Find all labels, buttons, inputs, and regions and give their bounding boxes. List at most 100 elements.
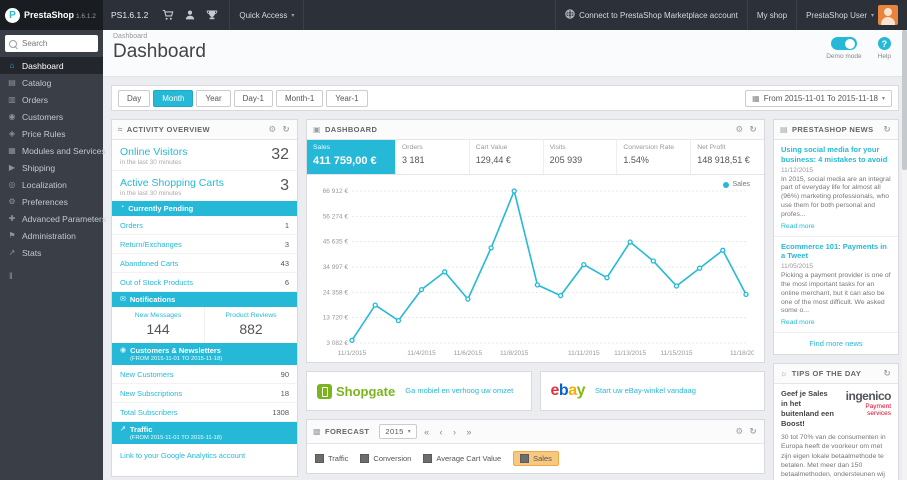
row-link[interactable]: New Subscriptions [120, 389, 182, 398]
forecast-legend-average-cart-value[interactable]: Average Cart Value [423, 454, 501, 463]
band-title: Customers & Newsletters [130, 346, 221, 355]
checkbox-icon [360, 454, 370, 463]
quick-access-menu[interactable]: Quick Access ▾ [229, 0, 305, 30]
my-shop-link[interactable]: My shop [746, 0, 796, 30]
read-more-link[interactable]: Read more [781, 319, 815, 326]
news-article-title[interactable]: Ecommerce 101: Payments in a Tweet [781, 242, 891, 262]
range-day-minus-1-button[interactable]: Day-1 [233, 89, 273, 107]
scrollbar-thumb[interactable] [902, 30, 907, 170]
refresh-icon[interactable]: ↻ [882, 124, 892, 135]
sidebar-search[interactable] [5, 35, 98, 52]
gear-icon[interactable]: ⚙ [734, 124, 744, 135]
price-rules-icon: ◈ [8, 129, 16, 138]
forecast-legend-conversion[interactable]: Conversion [360, 454, 411, 463]
stat-cart-value[interactable]: Cart Value 129,44 € [470, 140, 544, 174]
find-more-news-link[interactable]: Find more news [774, 333, 898, 354]
sidebar-item-shipping[interactable]: ▶ Shipping [0, 159, 103, 176]
stat-sales[interactable]: Sales 411 759,00 € [307, 140, 396, 174]
stat-conversion-rate[interactable]: Conversion Rate 1.54% [617, 140, 692, 174]
scrollbar[interactable] [902, 30, 907, 480]
svg-text:11/18/2015: 11/18/2015 [730, 350, 754, 357]
shop-name-link[interactable]: PS1.6.1.2 [111, 10, 148, 20]
news-article-title[interactable]: Using social media for your business: 4 … [781, 145, 891, 165]
cart-icon[interactable] [162, 9, 174, 21]
google-analytics-link[interactable]: Link to your Google Analytics account [112, 444, 297, 467]
stat-label: Orders [402, 144, 423, 151]
range-year-minus-1-button[interactable]: Year-1 [326, 89, 368, 107]
refresh-icon[interactable]: ↻ [281, 124, 291, 135]
sidebar-item-customers[interactable]: ◉ Customers [0, 108, 103, 125]
new-messages-stat[interactable]: New Messages 144 [112, 307, 204, 343]
sidebar-item-dashboard[interactable]: ⌂ Dashboard [0, 57, 103, 74]
range-month-button[interactable]: Month [153, 89, 194, 107]
sidebar-item-orders[interactable]: ▥ Orders [0, 91, 103, 108]
row-link[interactable]: Total Subscribers [120, 408, 178, 417]
range-month-minus-1-button[interactable]: Month-1 [275, 89, 324, 107]
sidebar-item-localization[interactable]: ◎ Localization [0, 176, 103, 193]
chart-legend[interactable]: Sales [723, 181, 750, 188]
stat-orders[interactable]: Orders 3 181 [396, 140, 470, 174]
product-reviews-stat[interactable]: Product Reviews 882 [204, 307, 297, 343]
ingenico-tagline: Payment services [865, 403, 891, 418]
customer-icon[interactable] [184, 9, 196, 21]
stat-label: Net Profit [697, 144, 726, 151]
range-year-button[interactable]: Year [196, 89, 231, 107]
refresh-icon[interactable]: ↻ [882, 368, 892, 379]
row-link[interactable]: Return/Exchanges [120, 240, 182, 249]
range-day-button[interactable]: Day [118, 89, 151, 107]
read-more-link[interactable]: Read more [781, 223, 815, 230]
stat-net-profit[interactable]: Net Profit 148 918,51 € [691, 140, 764, 174]
row-link[interactable]: New Customers [120, 370, 173, 379]
refresh-icon[interactable]: ↻ [748, 426, 758, 437]
previous-page-icon[interactable]: ‹ [437, 427, 446, 437]
date-range-picker[interactable]: ▦ From 2015-11-01 To 2015-11-18 ▾ [745, 89, 892, 107]
sidebar-collapse-button[interactable]: ‖ [0, 261, 103, 291]
marketplace-connect-link[interactable]: Connect to PrestaShop Marketplace accoun… [555, 0, 747, 30]
row-link[interactable]: Abandoned Carts [120, 259, 178, 268]
sidebar-item-administration[interactable]: ⚑ Administration [0, 227, 103, 244]
tips-panel-title: Tips of the day [791, 369, 862, 379]
advanced-parameters-icon: ✚ [8, 214, 16, 223]
notifications-columns: New Messages 144 Product Reviews 882 [112, 307, 297, 343]
sidebar-item-modules[interactable]: ▦ Modules and Services [0, 142, 105, 159]
forecast-year-select[interactable]: 2015 ▾ [379, 424, 418, 439]
forecast-legend-sales[interactable]: Sales [513, 451, 559, 466]
sidebar-item-advanced-parameters[interactable]: ✚ Advanced Parameters [0, 210, 106, 227]
forecast-legend-traffic[interactable]: Traffic [315, 454, 348, 463]
sidebar-item-label: Localization [22, 179, 67, 190]
demo-mode-toggle[interactable] [830, 37, 857, 50]
active-carts-link[interactable]: Active Shopping Carts [120, 177, 224, 189]
first-page-icon[interactable]: « [421, 427, 432, 437]
ebay-link[interactable]: Start uw eBay-winkel vandaag [595, 386, 696, 395]
customers-newsletters-header: ◉ Customers & Newsletters (FROM 2015-11-… [112, 343, 297, 365]
shopgate-link[interactable]: Ga mobiel en verhoog uw omzet [405, 386, 513, 395]
modules-icon: ▦ [8, 146, 16, 155]
row-link[interactable]: Orders [120, 221, 143, 230]
sales-line-chart: 66 912 € 56 274 € 45 635 € 34 997 € 24 358 €… [323, 188, 763, 357]
online-visitors-link[interactable]: Online Visitors [120, 146, 188, 158]
stat-visits[interactable]: Visits 205 939 [544, 140, 618, 174]
breadcrumb[interactable]: Dashboard [113, 33, 897, 40]
news-article-excerpt: Picking a payment provider is one of the… [781, 272, 891, 315]
last-page-icon[interactable]: » [463, 427, 474, 437]
gear-icon[interactable]: ⚙ [267, 124, 277, 135]
news-icon: ▤ [780, 125, 788, 134]
sidebar-item-preferences[interactable]: ⚙ Preferences [0, 193, 103, 210]
prestashop-logo-icon: P [5, 7, 20, 23]
shopgate-promo[interactable]: Shopgate Ga mobiel en verhoog uw omzet [306, 371, 532, 411]
ebay-promo[interactable]: ebay Start uw eBay-winkel vandaag [539, 371, 765, 411]
prestashop-logo[interactable]: P PrestaShop 1.6.1.2 [0, 0, 103, 30]
user-menu[interactable]: PrestaShop User ▾ [796, 0, 907, 30]
sidebar-item-price-rules[interactable]: ◈ Price Rules [0, 125, 103, 142]
search-input[interactable] [20, 38, 90, 49]
sidebar-item-stats[interactable]: ↗ Stats [0, 244, 103, 261]
trophy-icon[interactable] [206, 9, 218, 21]
help-icon[interactable]: ? [877, 37, 891, 50]
next-page-icon[interactable]: › [450, 427, 459, 437]
refresh-icon[interactable]: ↻ [748, 124, 758, 135]
gear-icon[interactable]: ⚙ [734, 426, 744, 437]
dashboard-panel: ▣ Dashboard ⚙ ↻ Sales 411 759,00 € Orders… [306, 119, 765, 363]
legend-label: Average Cart Value [436, 454, 502, 463]
row-link[interactable]: Out of Stock Products [120, 278, 193, 287]
sidebar-item-catalog[interactable]: ▤ Catalog [0, 74, 103, 91]
